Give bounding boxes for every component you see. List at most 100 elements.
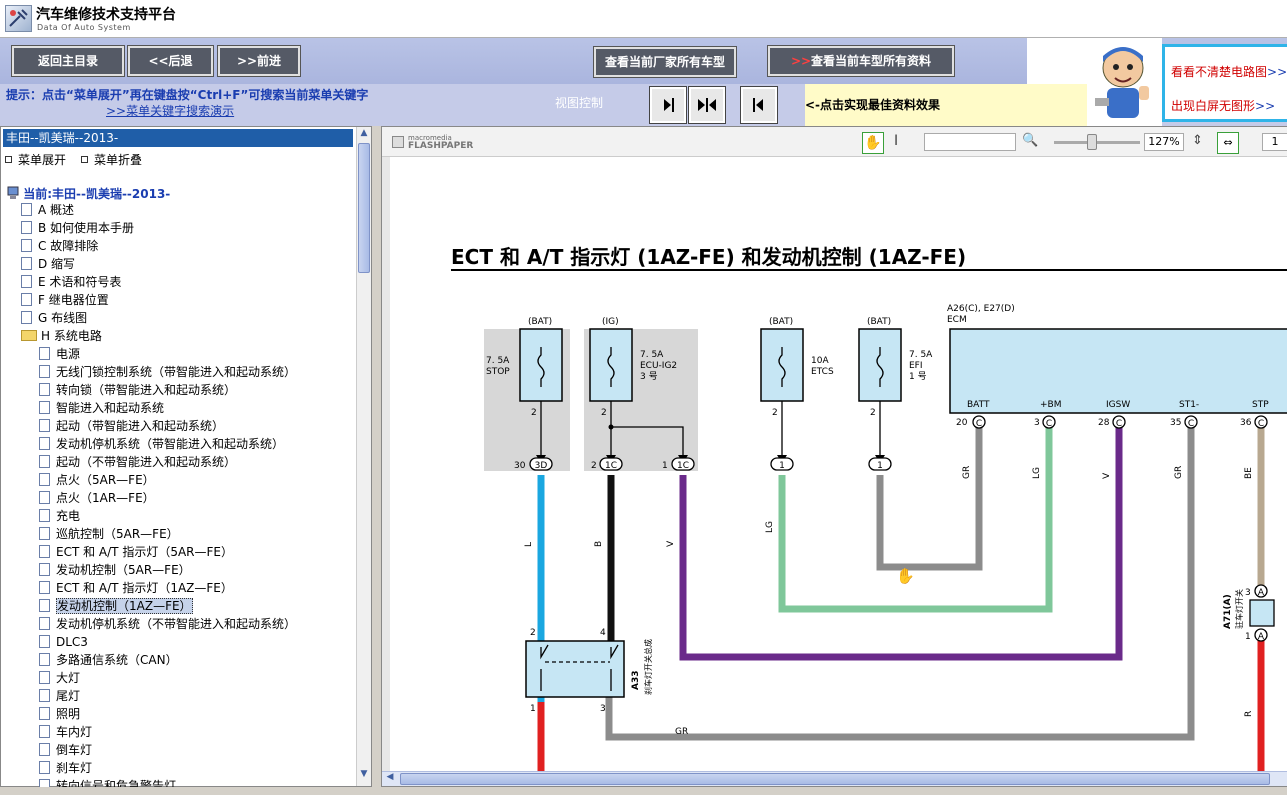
tree-item[interactable]: 照明	[39, 705, 80, 723]
all-models-button[interactable]: 查看当前厂家所有车型	[593, 46, 737, 78]
svg-text:1: 1	[530, 704, 536, 714]
svg-text:驻车灯开关: 驻车灯开关	[1234, 589, 1244, 629]
menu-collapse-button[interactable]: 菜单折叠	[81, 151, 142, 168]
tree-item[interactable]: 充电	[39, 507, 80, 525]
svg-text:A33: A33	[631, 671, 641, 691]
tree-item[interactable]: 点火（1AR—FE）	[39, 489, 155, 507]
svg-text:1C: 1C	[605, 461, 617, 471]
fit-height-icon[interactable]: ⇕	[1192, 133, 1203, 148]
scroll-left-icon[interactable]: ◀	[384, 772, 396, 786]
tree-item[interactable]: F 继电器位置	[21, 291, 109, 309]
view-fit-right-button[interactable]	[649, 86, 687, 124]
left-scrollbar[interactable]: ▲ ▼	[356, 127, 371, 786]
tree-item[interactable]: D 缩写	[21, 255, 75, 273]
document-icon	[39, 581, 50, 594]
tree-item[interactable]: 多路通信系统（CAN）	[39, 651, 178, 669]
home-button[interactable]: 返回主目录	[11, 45, 125, 77]
tree-item[interactable]: 转向锁（带智能进入和起动系统）	[39, 381, 236, 399]
text-select-icon[interactable]: I	[894, 133, 898, 149]
svg-text:35: 35	[1170, 418, 1181, 428]
expand-icon	[5, 156, 12, 163]
scroll-down-icon[interactable]: ▼	[358, 769, 370, 783]
svg-text:(BAT): (BAT)	[867, 317, 891, 327]
tree-item[interactable]: 起动（带智能进入和起动系统）	[39, 417, 224, 435]
zoom-level-field[interactable]: 127%	[1144, 133, 1184, 151]
tree-item[interactable]: H 系统电路	[21, 327, 102, 345]
zoom-slider[interactable]	[1054, 141, 1140, 144]
document-icon	[39, 455, 50, 468]
tree-item[interactable]: 起动（不带智能进入和起动系统）	[39, 453, 236, 471]
ad-line-white-screen[interactable]: 出现白屏无图形>>	[1171, 97, 1275, 114]
svg-text:A26(C), E27(D): A26(C), E27(D)	[947, 304, 1015, 314]
tree-item[interactable]: 发动机停机系统（不带智能进入和起动系统）	[39, 615, 296, 633]
document-icon	[39, 689, 50, 702]
zoom-slider-thumb[interactable]	[1087, 134, 1097, 150]
tree-item[interactable]: 无线门锁控制系统（带智能进入和起动系统）	[39, 363, 296, 381]
tree-item[interactable]: 点火（5AR—FE）	[39, 471, 155, 489]
tree-item-label: 发动机控制（5AR—FE）	[56, 563, 191, 577]
a71-box	[1249, 599, 1275, 627]
tree-item[interactable]: 巡航控制（5AR—FE）	[39, 525, 179, 543]
search-demo-link[interactable]: >>菜单关键字搜索演示	[106, 102, 234, 119]
svg-text:2: 2	[870, 408, 876, 418]
tree-item[interactable]: 车内灯	[39, 723, 92, 741]
all-docs-arrows: >>	[790, 54, 812, 68]
help-ad-box[interactable]: 看看不清楚电路图>> 出现白屏无图形>>	[1162, 44, 1287, 122]
collapse-icon	[81, 156, 88, 163]
tree-item[interactable]: G 布线图	[21, 309, 87, 327]
left-scroll-thumb[interactable]	[358, 143, 370, 273]
document-page[interactable]: ECT 和 A/T 指示灯 (1AZ-FE) 和发动机控制 (1AZ-FE) 3…	[382, 157, 1287, 771]
svg-text:ETCS: ETCS	[811, 367, 834, 377]
menu-expand-button[interactable]: 菜单展开	[5, 151, 66, 168]
horizontal-scroll-thumb[interactable]	[400, 773, 1270, 785]
tree-item[interactable]: 倒车灯	[39, 741, 92, 759]
fit-width-icon[interactable]: ⇔	[1217, 132, 1239, 154]
document-icon	[39, 491, 50, 504]
view-split-button[interactable]	[688, 86, 726, 124]
svg-text:20: 20	[956, 418, 968, 428]
document-icon	[39, 509, 50, 522]
svg-text:(BAT): (BAT)	[528, 317, 552, 327]
svg-text:2: 2	[601, 408, 607, 418]
tree-item[interactable]: 尾灯	[39, 687, 80, 705]
tree-item[interactable]: 大灯	[39, 669, 80, 687]
tree-item-label: E 术语和符号表	[38, 275, 122, 289]
tree-item[interactable]: ECT 和 A/T 指示灯（1AZ—FE）	[39, 579, 233, 597]
scroll-up-icon[interactable]: ▲	[358, 128, 370, 142]
document-search-input[interactable]	[924, 133, 1016, 151]
tree-item[interactable]: B 如何使用本手册	[21, 219, 134, 237]
tree-item-label: C 故障排除	[38, 239, 99, 253]
tree-item[interactable]: C 故障排除	[21, 237, 98, 255]
svg-text:7. 5A: 7. 5A	[486, 356, 510, 366]
tree-item[interactable]: 智能进入和起动系统	[39, 399, 164, 417]
hand-tool-icon[interactable]: ✋	[862, 132, 884, 154]
all-docs-button[interactable]: >>查看当前车型所有资料	[767, 45, 955, 77]
tree-item[interactable]: 电源	[39, 345, 80, 363]
wire-GR	[876, 427, 983, 571]
svg-text:28: 28	[1098, 418, 1110, 428]
tree-item[interactable]: A 概述	[21, 201, 74, 219]
tree-item[interactable]: 发动机停机系统（带智能进入和起动系统）	[39, 435, 284, 453]
back-button[interactable]: <<后退	[127, 45, 214, 77]
viewer-toolbar: macromedia FLASHPAPER ✋ I 🔍 127% ⇕ ⇔ 1	[382, 127, 1287, 157]
tree-item[interactable]: 发动机控制（1AZ—FE）	[39, 597, 193, 615]
view-fit-left-button[interactable]	[740, 86, 778, 124]
tree-item[interactable]: ECT 和 A/T 指示灯（5AR—FE）	[39, 543, 233, 561]
tree-item[interactable]: 发动机控制（5AR—FE）	[39, 561, 191, 579]
tree-item[interactable]: 刹车灯	[39, 759, 92, 777]
tree-item[interactable]: E 术语和符号表	[21, 273, 121, 291]
page-number-field[interactable]: 1	[1262, 133, 1287, 151]
tree-item[interactable]: DLC3	[39, 633, 88, 651]
best-view-tip[interactable]: <-点击实现最佳资料效果	[805, 84, 1087, 126]
document-icon	[21, 293, 32, 306]
forward-button[interactable]: >>前进	[217, 45, 301, 77]
svg-text:C: C	[1116, 419, 1122, 429]
view-control-label: 视图控制	[555, 96, 604, 110]
search-icon[interactable]: 🔍	[1022, 133, 1038, 148]
ad-line-unclear[interactable]: 看看不清楚电路图>>	[1171, 63, 1287, 80]
document-icon	[21, 203, 32, 216]
all-docs-label: 查看当前车型所有资料	[811, 54, 932, 68]
horizontal-scrollbar[interactable]: ◀	[382, 771, 1287, 786]
document-icon	[39, 761, 50, 774]
flashpaper-viewer: macromedia FLASHPAPER ✋ I 🔍 127% ⇕ ⇔ 1 E…	[381, 126, 1287, 787]
